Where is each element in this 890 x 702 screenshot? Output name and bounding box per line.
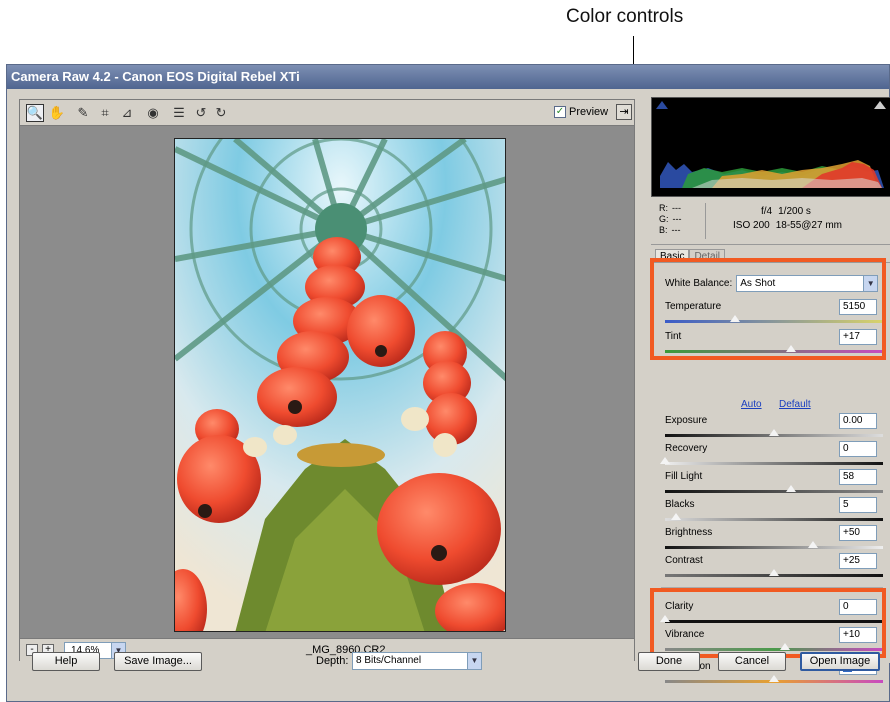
rgb-readout: R: --- G: --- B: --- <box>659 203 682 236</box>
blacks-slider-thumb[interactable] <box>669 512 682 520</box>
readout-area: R: --- G: --- B: --- f/4 1/200 s ISO 200 18-5… <box>651 199 890 245</box>
recovery-control: Recovery 0 <box>659 441 883 471</box>
adjustments-panel: R: --- G: --- B: --- f/4 1/200 s ISO 200 18-5… <box>651 97 890 663</box>
r-value: --- <box>672 203 681 213</box>
brightness-field[interactable]: +50 <box>839 525 877 541</box>
shutter-speed: 1/200 s <box>778 206 811 217</box>
lens: 18-55@27 mm <box>775 220 842 231</box>
recovery-slider-thumb[interactable] <box>659 456 671 464</box>
blacks-label: Blacks <box>665 499 695 510</box>
blacks-control: Blacks 5 <box>661 497 883 527</box>
white-balance-highlight <box>650 258 886 360</box>
brightness-slider[interactable] <box>665 546 883 549</box>
hand-icon[interactable]: ✋ <box>48 104 66 122</box>
b-value: --- <box>671 225 681 235</box>
recovery-slider[interactable] <box>665 462 883 465</box>
lantern-photo <box>175 139 505 631</box>
preview-toggle[interactable]: ✓ Preview <box>554 106 608 118</box>
blacks-field[interactable]: 5 <box>839 497 877 513</box>
preview-pane: 🔍 ✋ ✎ ⌗ ⊿ ◉ ☰ ↺ ↻ ✓ Preview ⇥ - + 14.6% … <box>19 99 635 662</box>
vibrance-saturation-highlight <box>650 588 886 658</box>
blacks-slider[interactable] <box>665 518 883 521</box>
help-button[interactable]: Help <box>32 652 100 671</box>
zoom-icon[interactable]: 🔍 <box>26 104 44 122</box>
rotate-cw-icon[interactable]: ↻ <box>212 104 230 122</box>
brightness-label: Brightness <box>665 527 713 538</box>
straighten-icon[interactable]: ⊿ <box>118 104 136 122</box>
crop-icon[interactable]: ⌗ <box>96 104 114 122</box>
preview-checkbox[interactable]: ✓ <box>554 106 566 118</box>
g-label: G: <box>659 214 669 224</box>
depth-select[interactable]: 8 Bits/Channel ▼ <box>352 652 482 670</box>
default-link[interactable]: Default <box>779 399 811 410</box>
contrast-control: Contrast +25 <box>661 553 883 583</box>
recovery-field[interactable]: 0 <box>839 441 877 457</box>
save-image-button[interactable]: Save Image... <box>114 652 202 671</box>
saturation-slider-thumb[interactable] <box>768 674 780 682</box>
callout-label: Color controls <box>566 6 684 27</box>
chevron-down-icon: ▼ <box>467 653 481 669</box>
readout-divider <box>705 203 706 239</box>
brightness-slider-thumb[interactable] <box>807 540 820 548</box>
g-value: --- <box>672 214 682 224</box>
depth-label: Depth: <box>316 655 349 667</box>
brightness-control: Brightness +50 <box>661 525 883 555</box>
rotate-ccw-icon[interactable]: ↺ <box>192 104 210 122</box>
fill-light-field[interactable]: 58 <box>839 469 877 485</box>
preview-image <box>174 138 506 632</box>
exif-info: f/4 1/200 s ISO 200 18-55@27 mm <box>733 205 842 233</box>
r-label: R: <box>659 203 668 213</box>
contrast-field[interactable]: +25 <box>839 553 877 569</box>
preferences-icon[interactable]: ☰ <box>170 104 188 122</box>
exposure-control: Exposure 0.00 <box>661 413 883 443</box>
white-balance-eyedropper-icon[interactable]: ✎ <box>74 104 92 122</box>
b-label: B: <box>659 225 668 235</box>
fill-light-slider[interactable] <box>665 490 883 493</box>
done-button[interactable]: Done <box>638 652 700 671</box>
auto-link[interactable]: Auto <box>741 399 762 410</box>
fill-light-slider-thumb[interactable] <box>785 484 798 492</box>
fill-light-control: Fill Light 58 <box>661 469 883 499</box>
exposure-slider-thumb[interactable] <box>768 428 780 436</box>
cancel-button[interactable]: Cancel <box>718 652 786 671</box>
tool-bar: 🔍 ✋ ✎ ⌗ ⊿ ◉ ☰ ↺ ↻ ✓ Preview ⇥ <box>20 100 634 126</box>
red-eye-icon[interactable]: ◉ <box>144 104 162 122</box>
window-title: Camera Raw 4.2 - Canon EOS Digital Rebel… <box>7 65 889 89</box>
depth-value: 8 Bits/Channel <box>356 655 422 666</box>
aperture: f/4 <box>761 206 773 217</box>
recovery-label: Recovery <box>665 443 708 454</box>
contrast-label: Contrast <box>665 555 703 566</box>
preview-label: Preview <box>569 106 609 118</box>
contrast-slider-thumb[interactable] <box>768 568 780 576</box>
fill-light-label: Fill Light <box>665 471 703 482</box>
histogram <box>651 97 890 197</box>
fullscreen-icon[interactable]: ⇥ <box>616 104 632 120</box>
exposure-field[interactable]: 0.00 <box>839 413 877 429</box>
iso: ISO 200 <box>733 220 770 231</box>
histogram-graph <box>660 160 884 188</box>
exposure-label: Exposure <box>665 415 708 426</box>
open-image-button[interactable]: Open Image <box>800 652 880 671</box>
